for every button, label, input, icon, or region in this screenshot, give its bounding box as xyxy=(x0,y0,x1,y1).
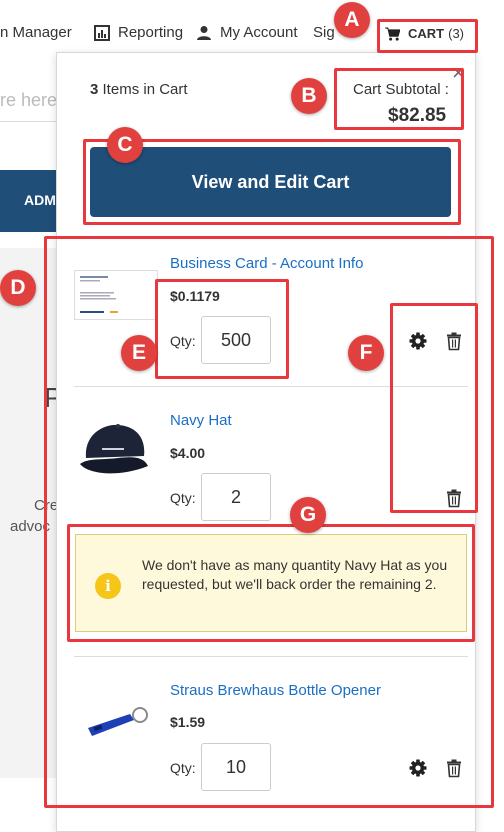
nav-reporting-label: Reporting xyxy=(118,24,184,41)
background-admin-band: ADM xyxy=(0,170,60,232)
annotation-box-g xyxy=(67,524,475,642)
items-in-cart-text: Items in Cart xyxy=(102,81,188,98)
background-search-field: re here xyxy=(0,78,60,122)
user-icon xyxy=(197,25,211,40)
annotation-marker-b: B xyxy=(291,78,327,114)
nav-item-manager[interactable]: n Manager xyxy=(0,24,72,41)
annotation-marker-g: G xyxy=(290,497,326,533)
nav-my-account-label: My Account xyxy=(220,24,298,41)
annotation-marker-d: D xyxy=(0,270,36,306)
nav-sign-label: Sig xyxy=(313,24,335,41)
items-count: 3 xyxy=(90,81,99,98)
nav-item-sign[interactable]: Sig xyxy=(313,24,335,41)
annotation-box-a xyxy=(377,19,478,53)
nav-item-reporting[interactable]: Reporting xyxy=(94,24,183,41)
annotation-box-f xyxy=(390,303,478,513)
nav-manager-label: n Manager xyxy=(0,24,72,41)
annotation-marker-f: F xyxy=(348,335,384,371)
annotation-marker-c: C xyxy=(107,127,143,163)
bar-chart-icon xyxy=(94,24,110,41)
annotation-marker-e: E xyxy=(121,335,157,371)
background-band-text: ADM xyxy=(24,192,56,208)
nav-item-my-account[interactable]: My Account xyxy=(196,24,298,41)
annotation-marker-a: A xyxy=(334,2,370,38)
background-search-text: re here xyxy=(0,90,58,110)
annotation-box-e xyxy=(155,279,289,379)
items-in-cart-label: 3 Items in Cart xyxy=(90,81,188,98)
annotation-box-b xyxy=(334,68,464,130)
